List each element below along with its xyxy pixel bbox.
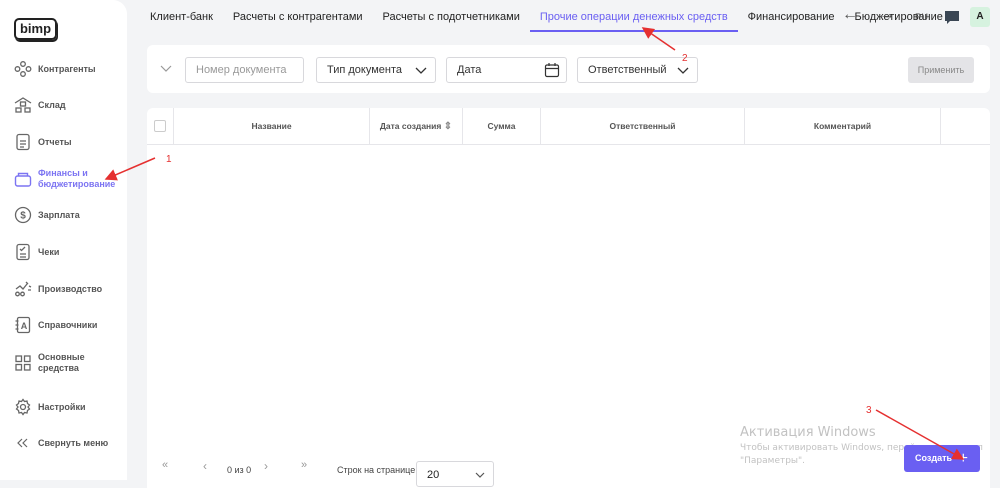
tab-accountable-settlements[interactable]: Расчеты с подотчетниками — [373, 0, 530, 32]
sidebar-item-finance[interactable]: Финансы и бюджетирование — [14, 168, 115, 190]
double-chevron-left-icon — [17, 438, 28, 448]
select-all-cell — [147, 108, 174, 145]
avatar[interactable]: A — [970, 7, 990, 27]
create-button[interactable]: Создать + — [904, 445, 980, 472]
sidebar-item-warehouse[interactable]: Склад — [14, 96, 66, 114]
tab-client-bank[interactable]: Клиент-банк — [140, 0, 223, 32]
svg-text:A: A — [21, 321, 28, 331]
chevron-down-icon[interactable] — [160, 65, 172, 73]
next-page-button[interactable]: › — [264, 459, 268, 473]
prev-page-button[interactable]: ‹ — [203, 459, 207, 473]
select-all-checkbox[interactable] — [154, 120, 166, 132]
filter-panel: Номер документа Тип документа Дата Ответ… — [147, 45, 990, 93]
document-type-select[interactable]: Тип документа — [316, 57, 436, 83]
svg-text:$: $ — [20, 211, 26, 222]
chevron-down-icon — [415, 67, 427, 74]
apply-button[interactable]: Применить — [908, 57, 974, 83]
last-page-button[interactable]: » — [301, 459, 307, 471]
nodes-icon — [14, 61, 32, 77]
production-icon — [15, 281, 32, 297]
grid-icon — [15, 355, 31, 371]
back-arrow-icon[interactable]: ← — [842, 6, 858, 24]
sort-icon[interactable]: ⇕ — [444, 121, 452, 132]
column-responsible[interactable]: Ответственный — [541, 108, 745, 145]
wallet-icon — [14, 172, 32, 187]
gear-icon — [15, 398, 31, 416]
tab-budgeting[interactable]: Бюджетирование — [845, 0, 953, 32]
logo[interactable]: bimp — [14, 18, 57, 40]
column-amount[interactable]: Сумма — [463, 108, 541, 145]
tab-counterparty-settlements[interactable]: Расчеты с контрагентами — [223, 0, 373, 32]
document-number-input[interactable]: Номер документа — [185, 57, 304, 83]
date-input[interactable]: Дата — [446, 57, 567, 83]
table-header: Название Дата создания ⇕ Сумма Ответстве… — [147, 108, 990, 145]
tab-financing[interactable]: Финансирование — [738, 0, 845, 32]
collapse-menu-button[interactable]: Свернуть меню — [14, 434, 108, 452]
directory-icon: A — [15, 316, 31, 334]
rows-per-page-select[interactable]: 20 — [416, 461, 494, 487]
language-switch[interactable]: RU — [915, 12, 928, 22]
column-created-date[interactable]: Дата создания ⇕ — [370, 108, 463, 145]
sidebar-item-fixed-assets[interactable]: Основные средства — [14, 352, 98, 374]
column-comment[interactable]: Комментарий — [745, 108, 941, 145]
chat-icon[interactable] — [944, 10, 960, 25]
column-name[interactable]: Название — [174, 108, 370, 145]
plus-icon: + — [958, 450, 968, 467]
forward-arrow-icon[interactable]: → — [879, 6, 895, 24]
sidebar-item-directories[interactable]: A Справочники — [14, 316, 97, 334]
sidebar-item-salary[interactable]: $ Зарплата — [14, 206, 80, 224]
windows-activation-hint: "Параметры". — [740, 456, 806, 466]
tab-bar: Клиент-банк Расчеты с контрагентами Расч… — [140, 0, 1000, 32]
windows-activation-title: Активация Windows — [740, 425, 876, 440]
sidebar-item-receipts[interactable]: Чеки — [14, 243, 59, 261]
dollar-icon: $ — [14, 206, 32, 224]
page-info: 0 из 0 — [227, 465, 252, 475]
receipt-icon — [16, 243, 30, 261]
rows-per-page-label: Строк на странице — [337, 465, 416, 475]
sidebar-item-settings[interactable]: Настройки — [14, 398, 85, 416]
tab-other-cash-operations[interactable]: Прочие операции денежных средств — [529, 0, 738, 32]
responsible-select[interactable]: Ответственный — [577, 57, 698, 83]
first-page-button[interactable]: « — [162, 459, 168, 471]
sidebar-item-reports[interactable]: Отчеты — [14, 133, 72, 151]
sidebar-item-counterparties[interactable]: Контрагенты — [14, 60, 96, 78]
warehouse-icon — [14, 97, 32, 113]
calendar-icon — [544, 63, 560, 78]
document-icon — [16, 133, 30, 151]
sidebar: bimp Контрагенты Склад Отчеты Финансы и … — [0, 0, 127, 480]
sidebar-item-production[interactable]: Производство — [14, 280, 102, 298]
chevron-down-icon — [475, 472, 485, 478]
chevron-down-icon — [677, 67, 689, 74]
